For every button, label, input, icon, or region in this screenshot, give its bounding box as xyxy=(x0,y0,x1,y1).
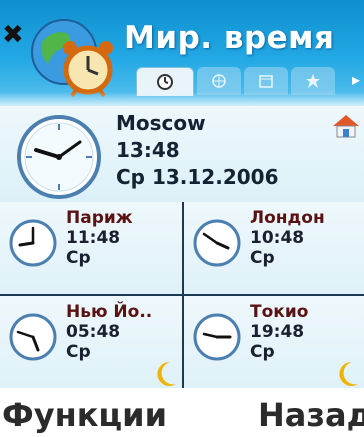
app-title: Мир. время xyxy=(124,20,335,56)
home-city-info: Moscow 13:48 Ср 13.12.2006 xyxy=(116,110,278,191)
world-clock-app-icon xyxy=(31,19,113,98)
home-city-date: Ср 13.12.2006 xyxy=(116,165,279,189)
home-city-time: 13:48 xyxy=(116,138,180,162)
home-icon xyxy=(333,115,359,138)
city-name: Лондон xyxy=(250,208,325,228)
city-info: Токио 19:48 Ср xyxy=(250,302,308,362)
city-time: 19:48 xyxy=(250,322,305,342)
tab-bar xyxy=(136,67,350,96)
tab-scroll-right-icon[interactable]: ▸ xyxy=(352,70,364,90)
city-day: Ср xyxy=(66,248,91,268)
city-day: Ср xyxy=(250,342,275,362)
city-name: Париж xyxy=(66,208,133,228)
city-time: 05:48 xyxy=(66,322,121,342)
clock-icon xyxy=(157,74,173,90)
calendar-icon xyxy=(259,75,273,88)
city-cell[interactable]: Токио 19:48 Ср xyxy=(184,296,364,388)
analog-clock-icon xyxy=(193,219,241,267)
analog-clock-icon xyxy=(9,313,57,361)
tab-clock[interactable] xyxy=(136,67,194,96)
star-icon xyxy=(306,74,320,88)
city-day: Ср xyxy=(66,342,91,362)
tab-globe[interactable] xyxy=(197,67,241,95)
city-time: 10:48 xyxy=(250,228,305,248)
city-cell[interactable]: Нью Йо.. 05:48 Ср xyxy=(0,296,182,388)
grid-divider-horizontal xyxy=(0,294,364,296)
moon-icon xyxy=(157,361,176,386)
city-info: Нью Йо.. 05:48 Ср xyxy=(66,302,152,362)
app-header: ✖ Мир. время ▸ xyxy=(0,0,364,106)
city-info: Лондон 10:48 Ср xyxy=(250,208,325,268)
city-cell[interactable]: Париж 11:48 Ср xyxy=(0,202,182,294)
close-icon[interactable]: ✖ xyxy=(2,22,24,48)
moon-icon xyxy=(339,361,358,386)
analog-clock-icon xyxy=(193,313,241,361)
city-cell[interactable]: Лондон 10:48 Ср xyxy=(184,202,364,294)
city-grid: Париж 11:48 Ср Лондон 10:48 Ср Нью Йо.. … xyxy=(0,202,364,388)
analog-clock-icon xyxy=(9,219,57,267)
city-name: Нью Йо.. xyxy=(66,302,153,322)
analog-clock-icon xyxy=(17,115,101,199)
globe-icon xyxy=(212,74,226,88)
back-softkey[interactable]: Назад xyxy=(258,396,364,434)
options-softkey[interactable]: Функции xyxy=(2,396,167,434)
home-city-panel[interactable]: Moscow 13:48 Ср 13.12.2006 xyxy=(0,106,364,204)
softkey-bar: Функции Назад xyxy=(0,388,364,437)
world-clock-screen: ✖ Мир. время ▸ Moscow 13:48 Ср 13.12.200… xyxy=(0,0,364,437)
home-city-name: Moscow xyxy=(116,111,206,135)
city-time: 11:48 xyxy=(66,228,121,248)
city-info: Париж 11:48 Ср xyxy=(66,208,133,268)
city-day: Ср xyxy=(250,248,275,268)
tab-favorites[interactable] xyxy=(291,67,335,95)
city-name: Токио xyxy=(250,302,309,322)
tab-calendar[interactable] xyxy=(244,67,288,95)
